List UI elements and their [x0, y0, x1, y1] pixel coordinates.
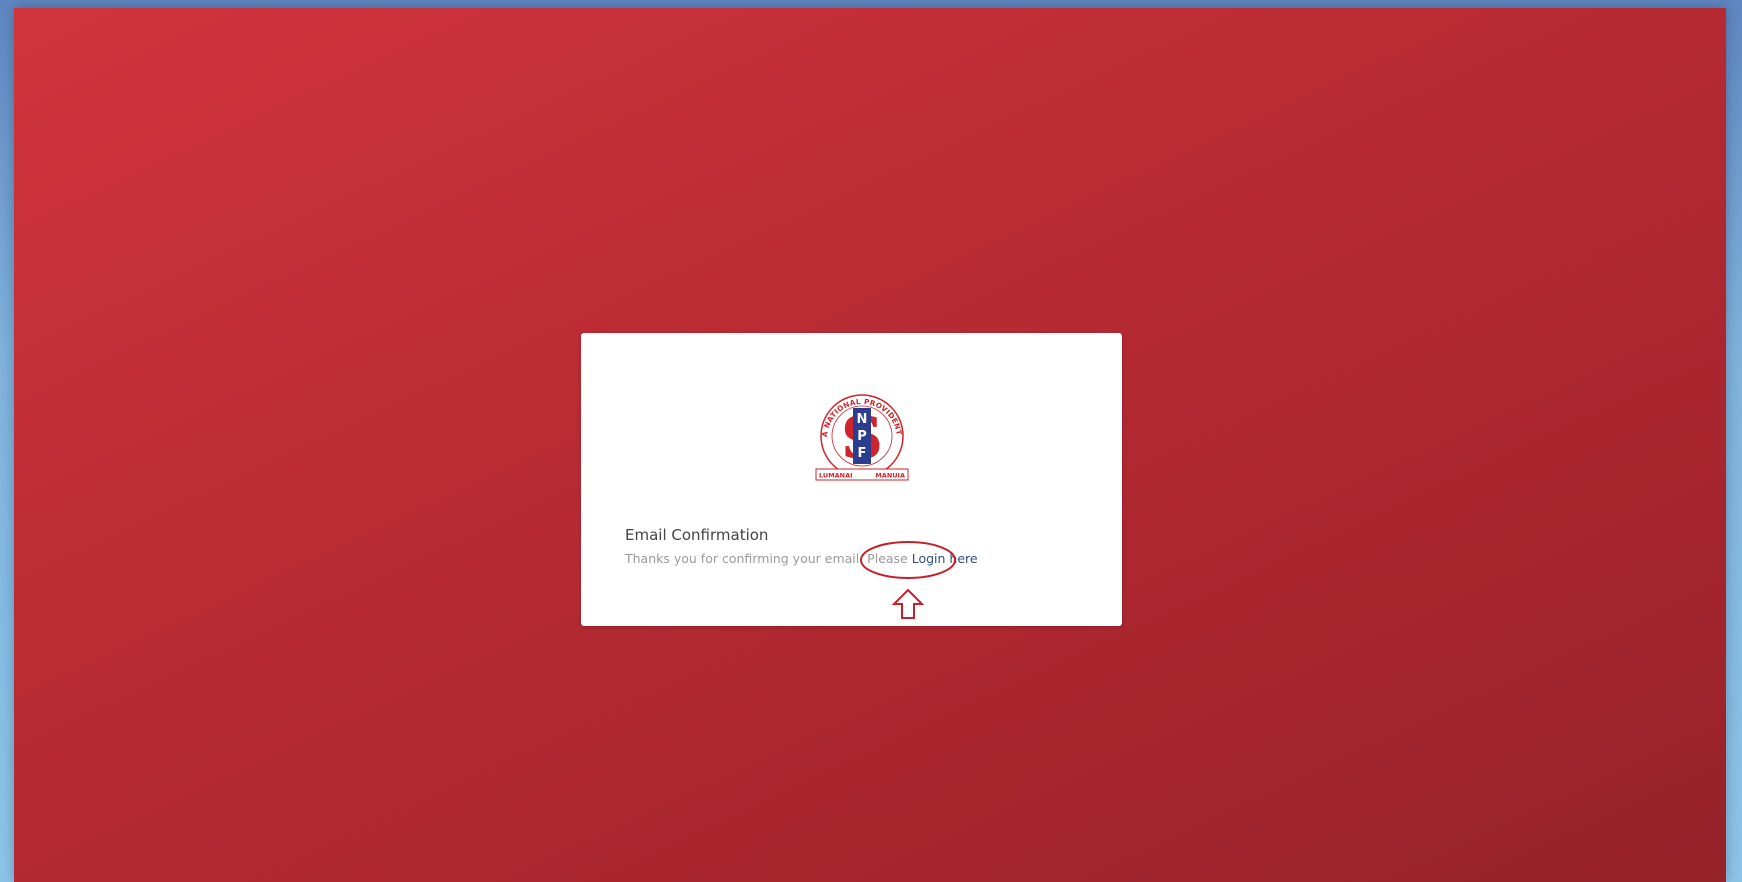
red-ellipse-icon	[860, 541, 956, 579]
page-title: Email Confirmation	[625, 526, 769, 544]
logo-letter-n: N	[857, 412, 868, 427]
logo-letter-f: F	[858, 446, 867, 461]
logo-banner-left: LUMANAI	[819, 472, 853, 480]
logo-banner-right: MANUIA	[875, 472, 905, 480]
logo-letter-p: P	[857, 429, 867, 444]
snpf-logo: SAMOA NATIONAL PROVIDENT FUND S N P F LU…	[815, 392, 909, 481]
confirmation-card: SAMOA NATIONAL PROVIDENT FUND S N P F LU…	[581, 333, 1122, 626]
up-arrow-icon	[892, 588, 924, 619]
